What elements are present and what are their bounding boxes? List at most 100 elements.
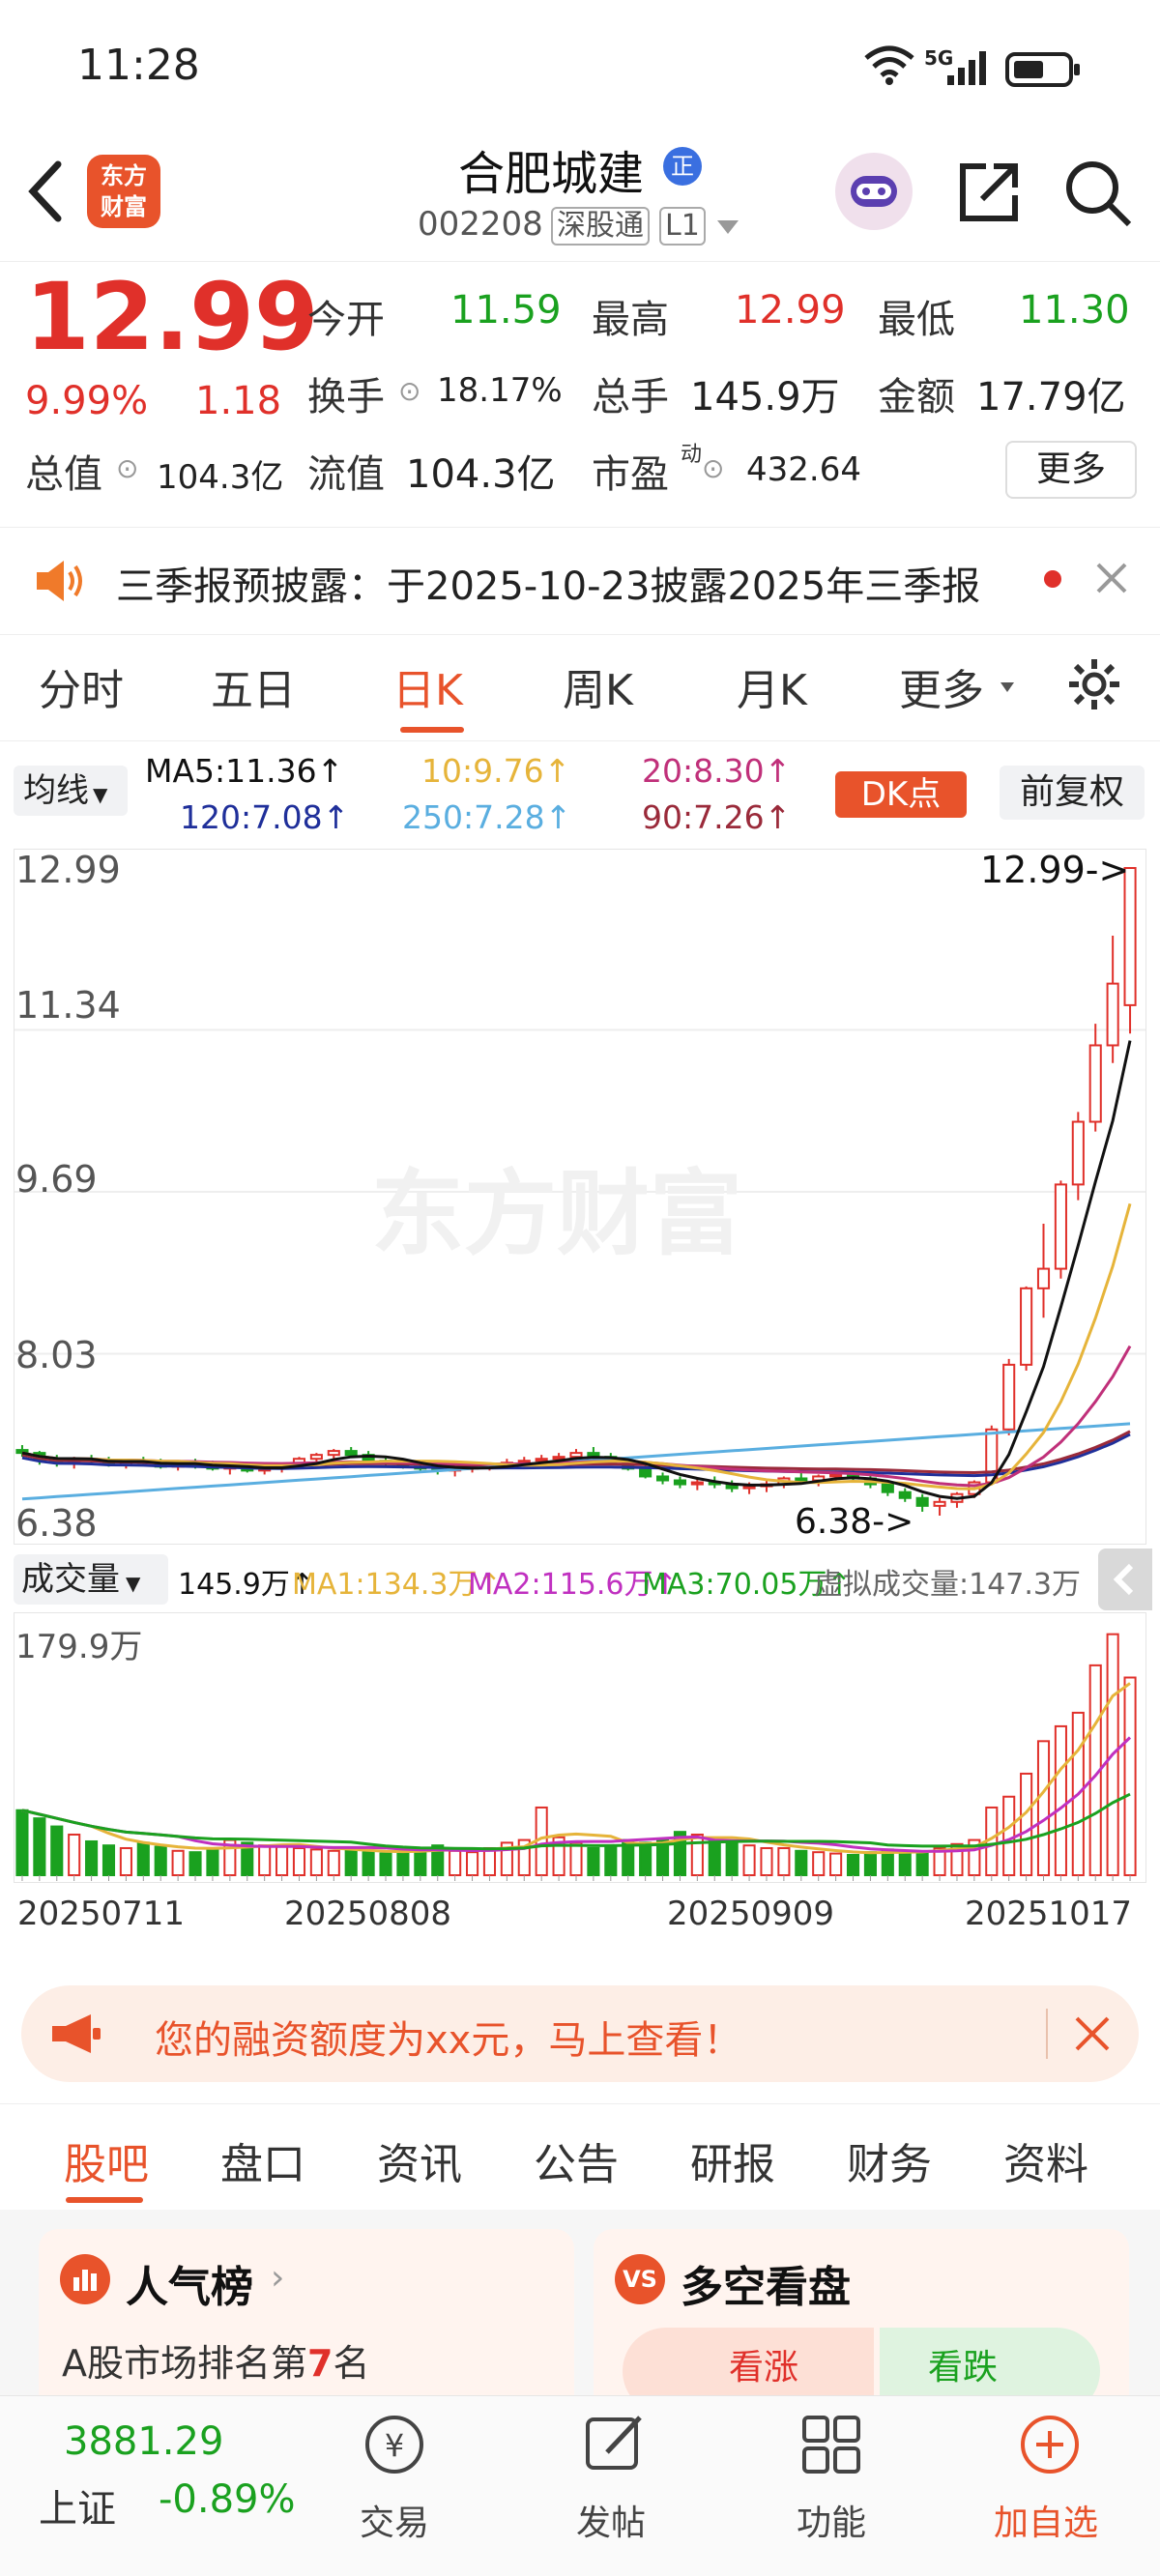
back-button[interactable] (21, 155, 70, 232)
volume-selector-label: 成交量 (21, 1560, 120, 1599)
low-label: 最低 (878, 298, 955, 342)
mktcap-value: 104.3亿 (157, 458, 284, 497)
volume-bar (812, 1851, 826, 1876)
level-tag[interactable]: L1 (659, 207, 706, 246)
chevron-down-icon[interactable] (1000, 679, 1015, 697)
index-name[interactable]: 上证 (39, 2477, 116, 2533)
collapse-panel-button[interactable] (1098, 1548, 1152, 1610)
change-amount: 1.18 (195, 379, 282, 423)
ma5-value: MA5:11.36↑ (145, 752, 344, 790)
candle-body (327, 1450, 340, 1457)
volume-bar (379, 1852, 392, 1877)
tab-intraday[interactable]: 分时 (39, 655, 124, 717)
tab-five-day[interactable]: 五日 (211, 655, 296, 717)
amount-label: 金额 (878, 375, 955, 420)
dk-button[interactable]: DK点 (835, 771, 967, 818)
kline-chart[interactable]: 东方财富 12.99 11.34 9.69 8.03 6.38 12.99-> … (14, 849, 1146, 1545)
promo-banner[interactable]: 您的融资额度为xx元，马上查看！ (21, 1985, 1139, 2082)
share-icon[interactable] (955, 159, 1023, 230)
turnover-label: 换手 (307, 375, 385, 420)
megaphone-icon (48, 2011, 102, 2061)
volume-bar (276, 1845, 289, 1877)
candle-body (881, 1483, 894, 1493)
nav-functions[interactable]: 功能 (797, 2495, 866, 2545)
candle-body (344, 1450, 358, 1457)
candle-body (795, 1477, 808, 1482)
volume-selector[interactable]: 成交量 ▼ (14, 1554, 168, 1605)
candle-body (829, 1473, 843, 1478)
tab-finance[interactable]: 财务 (847, 2129, 932, 2191)
pe-value: 432.64 (746, 450, 861, 489)
active-tab-indicator (66, 2197, 143, 2203)
volume-bar (466, 1851, 479, 1876)
assistant-robot-icon[interactable] (835, 153, 913, 230)
volume-bar (449, 1849, 462, 1877)
volume-bar (777, 1846, 791, 1876)
volume-bar (292, 1846, 306, 1876)
volume-bar (362, 1851, 375, 1876)
chevron-right-icon: › (271, 2258, 285, 2298)
volume-bar (1123, 1676, 1137, 1877)
tab-forum[interactable]: 股吧 (64, 2129, 149, 2191)
battery-icon (1005, 50, 1083, 93)
tab-profile[interactable]: 资料 (1003, 2129, 1088, 2191)
sentiment-card[interactable]: VS 多空看盘 看涨 看跌 (594, 2229, 1129, 2422)
more-button[interactable]: 更多 (1005, 441, 1137, 499)
popularity-title: 人气榜 (126, 2263, 253, 2312)
search-icon[interactable] (1063, 159, 1133, 232)
nav-post[interactable]: 发帖 (576, 2495, 646, 2545)
popularity-card[interactable]: 人气榜 › A股市场排名第7名 (39, 2229, 574, 2422)
volume-max-label: 179.9万 (15, 1628, 143, 1666)
tab-research[interactable]: 研报 (690, 2129, 775, 2191)
candle-body (569, 1452, 583, 1459)
trade-icon[interactable]: ¥ (356, 2406, 433, 2487)
candle-body (915, 1496, 929, 1507)
stock-code: 002208 (418, 205, 543, 244)
notice-bar[interactable]: 三季报预披露：于2025-10-23披露2025年三季报 (0, 527, 1160, 635)
candle-body (1036, 1267, 1051, 1289)
high-annotation: 12.99-> (980, 849, 1130, 891)
tab-announcements[interactable]: 公告 (534, 2129, 619, 2191)
volume-bar (690, 1833, 704, 1876)
volume-bar (1054, 1724, 1067, 1876)
volume-bar (309, 1848, 323, 1876)
logo-text: 东方财富 (101, 162, 147, 220)
index-change[interactable]: -0.89% (159, 2477, 296, 2522)
candle-body (933, 1500, 946, 1507)
ma-selector[interactable]: 均线 ▼ (14, 766, 128, 816)
y-label-4: 8.03 (15, 1334, 98, 1376)
dropdown-caret-icon[interactable] (715, 218, 740, 240)
add-watchlist-icon[interactable] (1011, 2406, 1088, 2487)
info-icon[interactable]: ⊙ (702, 452, 724, 484)
nav-add-watchlist[interactable]: 加自选 (994, 2495, 1098, 2545)
candle-body (673, 1479, 686, 1486)
gear-icon[interactable] (1065, 655, 1123, 717)
index-value[interactable]: 3881.29 (64, 2419, 223, 2464)
info-icon[interactable]: ⊙ (398, 375, 420, 407)
close-icon[interactable] (1092, 559, 1131, 601)
post-icon[interactable] (576, 2406, 653, 2487)
tab-orderbook[interactable]: 盘口 (220, 2129, 305, 2191)
tab-weekly-k[interactable]: 周K (563, 655, 633, 717)
apps-icon[interactable] (793, 2406, 870, 2487)
nav-trade[interactable]: 交易 (360, 2495, 429, 2545)
tab-more[interactable]: 更多 (899, 655, 984, 717)
popularity-suffix: 名 (333, 2342, 370, 2385)
active-tab-indicator (400, 727, 464, 733)
volume-bar (708, 1838, 721, 1877)
volume-bar (760, 1846, 773, 1876)
pe-label: 市盈 (592, 452, 669, 497)
adjust-button[interactable]: 前复权 (1000, 766, 1145, 820)
close-icon[interactable] (1073, 2014, 1112, 2057)
verified-badge: 正 (663, 147, 702, 186)
ma90-value: 90:7.26↑ (642, 798, 792, 836)
stock-name: 合肥城建 (458, 147, 645, 201)
info-icon[interactable]: ⊙ (116, 452, 138, 484)
tab-daily-k[interactable]: 日K (392, 655, 463, 717)
volume-bar (327, 1849, 340, 1877)
exchange-tag: 深股通 (551, 207, 650, 246)
last-price: 12.99 (25, 263, 319, 371)
volume-chart[interactable]: 179.9万 20250711 20250808 20250909 202510… (14, 1612, 1146, 1933)
tab-monthly-k[interactable]: 月K (737, 655, 807, 717)
tab-news[interactable]: 资讯 (377, 2129, 462, 2191)
